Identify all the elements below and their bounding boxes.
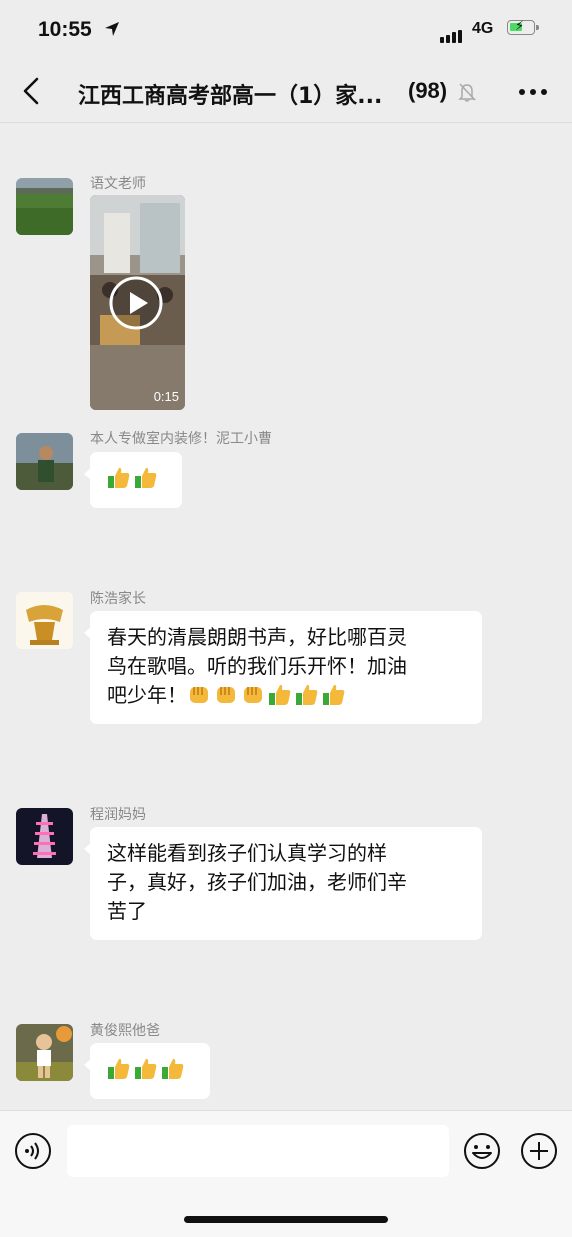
emoji-icon[interactable]	[463, 1132, 501, 1170]
location-arrow-icon	[105, 22, 119, 36]
fist-emoji-icon	[217, 687, 235, 703]
emoji-row	[107, 466, 161, 490]
message-bubble[interactable]	[84, 452, 182, 508]
thumbs-up-emoji-icon	[135, 467, 157, 488]
sender-name: 黄俊熙他爸	[90, 1023, 160, 1039]
play-icon[interactable]	[108, 275, 164, 331]
member-count: (98)	[408, 78, 448, 103]
sender-name: 陈浩家长	[90, 591, 146, 607]
thumbs-up-emoji-icon	[269, 684, 291, 705]
plus-icon[interactable]	[520, 1132, 558, 1170]
message-text-line: 这样能看到孩子们认真学习的样	[107, 841, 387, 865]
message-text-line: 苦了	[107, 899, 147, 923]
message-text-line: 吧少年！	[107, 683, 187, 707]
cellular-signal-icon	[440, 24, 464, 43]
video-message[interactable]: 0:15	[90, 195, 185, 410]
sender-name: 程润妈妈	[90, 807, 146, 823]
video-duration: 0:15	[153, 389, 179, 404]
message-text-line: 春天的清晨朗朗书声，好比哪百灵	[107, 625, 407, 649]
voice-icon[interactable]	[14, 1132, 52, 1170]
fist-emoji-icon	[244, 687, 262, 703]
message-text-last-line: 吧少年！	[107, 681, 466, 710]
avatar[interactable]	[16, 808, 73, 865]
more-options-icon[interactable]	[518, 80, 548, 104]
back-chevron-icon[interactable]	[20, 76, 44, 106]
chat-header: 江西工商高考部高一（1）家... (98)	[0, 62, 572, 122]
message-bubble[interactable]	[84, 1043, 210, 1099]
status-bar: 10:55 4G ⚡	[0, 0, 572, 60]
message-bubble[interactable]: 春天的清晨朗朗书声，好比哪百灵 鸟在歌唱。听的我们乐开怀！加油 吧少年！	[84, 611, 482, 724]
avatar[interactable]	[16, 1024, 73, 1081]
sender-name: 本人专做室内装修！泥工小曹	[90, 431, 272, 447]
avatar[interactable]	[16, 433, 73, 490]
avatar[interactable]	[16, 592, 73, 649]
fist-emoji-icon	[190, 687, 208, 703]
chat-title: 江西工商高考部高一（1）家...	[78, 84, 383, 109]
message-input[interactable]	[67, 1125, 449, 1177]
battery-icon: ⚡	[507, 19, 539, 35]
thumbs-up-emoji-icon	[108, 467, 130, 488]
avatar[interactable]	[16, 178, 73, 235]
message-text-line: 鸟在歌唱。听的我们乐开怀！加油	[107, 654, 407, 678]
thumbs-up-emoji-icon	[323, 684, 345, 705]
emoji-row	[107, 1057, 188, 1081]
thumbs-up-emoji-icon	[135, 1058, 157, 1079]
sender-name: 语文老师	[90, 176, 146, 192]
status-time: 10:55	[38, 18, 92, 41]
header-divider	[0, 122, 572, 123]
network-type: 4G	[472, 20, 494, 37]
home-indicator	[184, 1216, 388, 1223]
thumbs-up-emoji-icon	[162, 1058, 184, 1079]
message-text-line: 子，真好，孩子们加油，老师们辛	[107, 870, 407, 894]
message-bubble[interactable]: 这样能看到孩子们认真学习的样 子，真好，孩子们加油，老师们辛 苦了	[84, 827, 482, 940]
thumbs-up-emoji-icon	[108, 1058, 130, 1079]
thumbs-up-emoji-icon	[296, 684, 318, 705]
mute-bell-icon	[458, 83, 476, 102]
